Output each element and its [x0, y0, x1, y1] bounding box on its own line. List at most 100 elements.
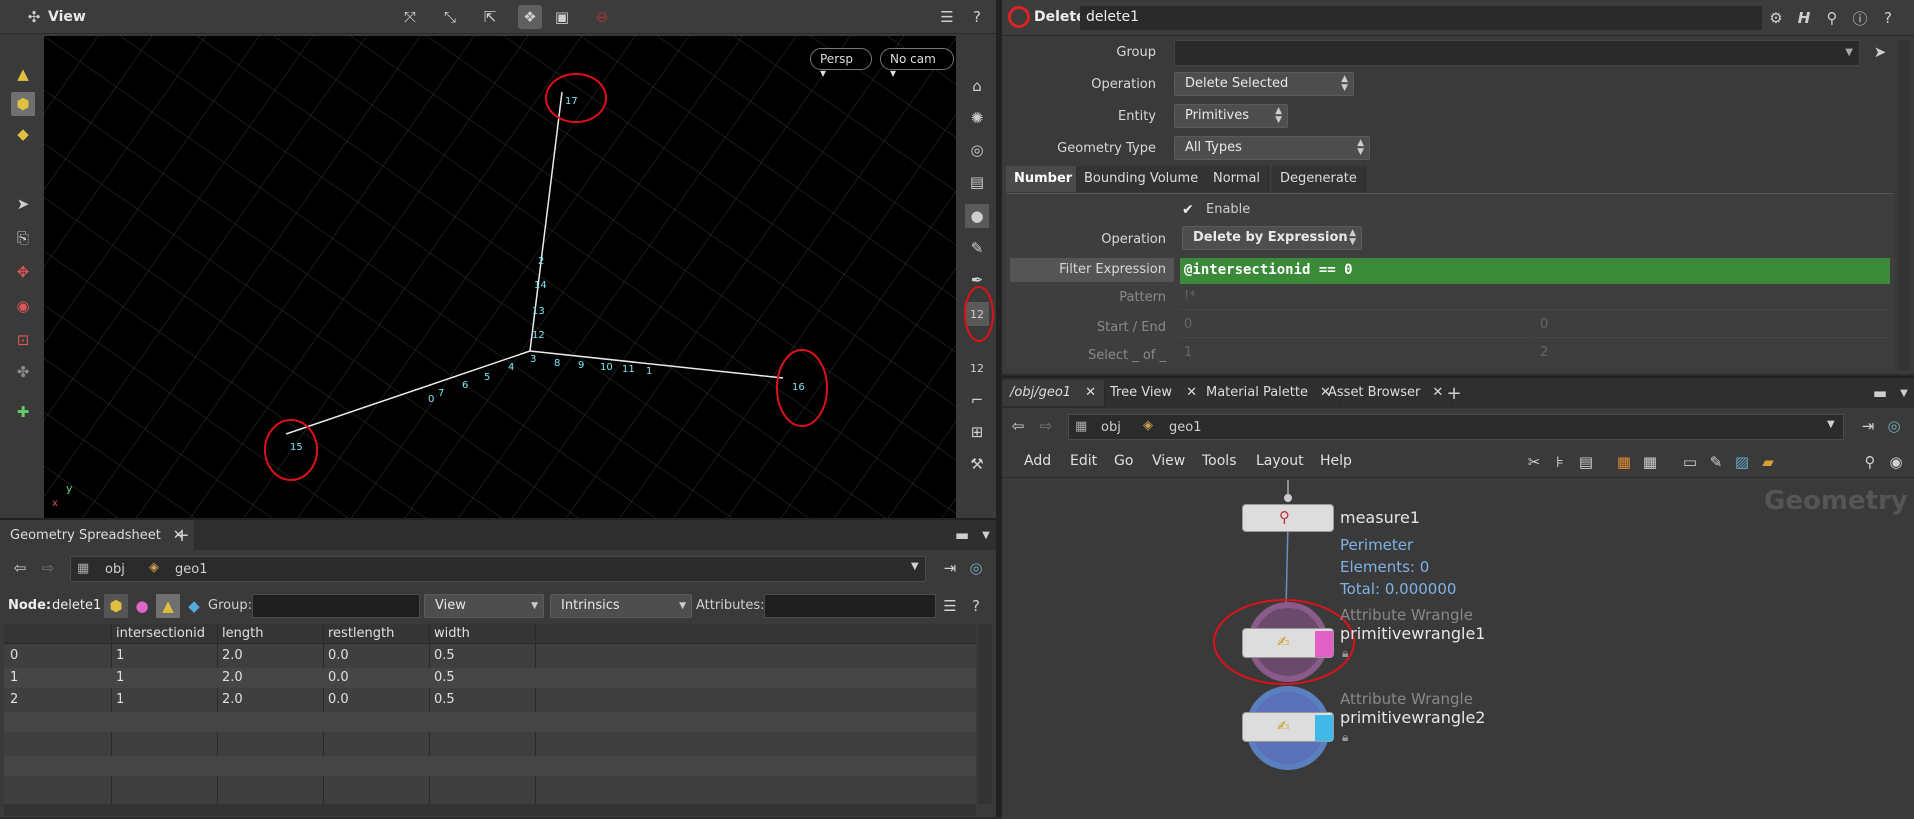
close-icon[interactable]: ✕ [1085, 385, 1096, 400]
houdini-help-icon[interactable]: H [1792, 6, 1816, 30]
zoom-icon[interactable]: ⚲ [1858, 450, 1882, 474]
param-scrollbar[interactable] [1898, 40, 1910, 370]
link-icon[interactable]: ◎ [1882, 414, 1906, 438]
path-dropdown-icon[interactable]: ▼ [911, 561, 919, 572]
attributes-input[interactable] [764, 594, 936, 618]
forward-arrow-icon[interactable]: ⇨ [36, 556, 60, 580]
list-icon[interactable]: ▤ [1574, 450, 1598, 474]
select-arrow-icon[interactable]: ➤ [11, 192, 35, 216]
spreadsheet-help-icon[interactable]: ? [964, 594, 988, 618]
camera-dropdown[interactable]: No cam ▾ [880, 48, 954, 80]
path-obj[interactable]: obj [105, 562, 125, 577]
pin-icon[interactable]: ⇥ [938, 556, 962, 580]
view-dropdown[interactable]: View ▼ [424, 594, 544, 618]
wrench-icon[interactable]: ✂ [1522, 450, 1546, 474]
start-field[interactable]: 0 [1180, 314, 1534, 338]
handles-icon[interactable]: ✚ [11, 400, 35, 424]
snap-icon[interactable]: ❖ [518, 5, 542, 29]
enable-checkbox[interactable]: ✔ [1182, 202, 1198, 218]
vertices-class-icon[interactable]: ● [130, 594, 154, 618]
info-icon[interactable]: ⓘ [1848, 6, 1872, 30]
group-input[interactable] [252, 594, 420, 618]
lock-icon[interactable]: 🔒︎ [1342, 730, 1348, 745]
close-icon[interactable]: ✕ [1186, 385, 1197, 400]
lasso-icon[interactable]: ⎘ [11, 226, 35, 250]
scale-icon[interactable]: ⊡ [11, 328, 35, 352]
handle-tool-icon[interactable]: ⤡ [438, 5, 462, 29]
sticky-note-icon[interactable]: ✎ [1704, 450, 1728, 474]
tree-icon[interactable]: ⊧ [1548, 450, 1572, 474]
camera-tool-icon[interactable]: ⌂ [965, 74, 989, 98]
menu-tools[interactable]: Tools [1202, 453, 1237, 469]
col-header-restlength[interactable]: restlength [328, 626, 394, 641]
shape-palette-icon[interactable]: ▦ [1638, 450, 1662, 474]
viewport-canvas[interactable] [44, 36, 956, 518]
lock-icon[interactable]: 🔒︎ [1342, 646, 1348, 661]
wrangle2-flag[interactable] [1315, 715, 1333, 741]
maximize-icon[interactable]: ▬ [1868, 381, 1892, 405]
add-tab-icon[interactable]: + [170, 523, 194, 547]
geotype-dropdown[interactable]: All Types ▲ ▼ [1174, 136, 1370, 160]
add-tab-icon[interactable]: + [1442, 381, 1466, 405]
display-options-icon[interactable]: ☰ [935, 5, 959, 29]
gear-icon[interactable]: ⚙ [1764, 6, 1788, 30]
col-header-intersectionid[interactable]: intersectionid [116, 626, 205, 641]
image-icon[interactable]: ▨ [1730, 450, 1754, 474]
transform-tool-icon[interactable]: ⇱ [478, 5, 502, 29]
tab-geometry-spreadsheet[interactable]: Geometry Spreadsheet ✕ [0, 520, 194, 550]
lights-icon[interactable]: ✺ [965, 106, 989, 130]
columns-menu-icon[interactable]: ☰ [938, 594, 962, 618]
menu-add[interactable]: Add [1024, 453, 1051, 469]
group-param-field[interactable]: ▼ [1174, 40, 1860, 66]
tab-degenerate[interactable]: Degenerate [1272, 166, 1366, 192]
folder-icon[interactable]: ▰ [1756, 450, 1780, 474]
param-help-icon[interactable]: ? [1876, 6, 1900, 30]
select-a-field[interactable]: 1 [1180, 342, 1534, 366]
path-dropdown-icon[interactable]: ▼ [1827, 419, 1835, 430]
path-geo1[interactable]: geo1 [175, 562, 207, 577]
menu-help[interactable]: Help [1320, 453, 1352, 469]
tool-icon[interactable]: ⚒ [965, 452, 989, 476]
menu-edit[interactable]: Edit [1070, 453, 1097, 469]
net-path-geo1[interactable]: geo1 [1169, 420, 1201, 435]
pin-icon[interactable]: ⇥ [1856, 414, 1880, 438]
menu-view[interactable]: View [1152, 453, 1185, 469]
visibility-icon[interactable]: ◎ [965, 138, 989, 162]
spreadsheet-hscroll[interactable] [4, 804, 976, 816]
table-row[interactable]: 1 1 2.0 0.0 0.5 [4, 668, 976, 688]
table-row[interactable]: 2 1 2.0 0.0 0.5 [4, 690, 976, 710]
tab-material-palette[interactable]: Material Palette ✕ [1198, 380, 1340, 406]
tab-normal[interactable]: Normal [1205, 166, 1270, 192]
back-arrow-icon[interactable]: ⇦ [1006, 414, 1030, 438]
pattern-field[interactable]: !* [1180, 286, 1890, 310]
path-field[interactable]: ▦ obj ◈ geo1 ▼ [70, 556, 926, 582]
prim-numbers-icon[interactable]: 12 [965, 356, 989, 380]
network-path-field[interactable]: ▦ obj ◈ geo1 ▼ [1068, 414, 1844, 440]
detail-class-icon[interactable]: ◆ [182, 594, 206, 618]
group-param-dropdown-icon[interactable]: ▼ [1845, 47, 1853, 58]
brush-icon[interactable]: ✎ [965, 236, 989, 260]
persp-dropdown[interactable]: Persp ▾ [810, 48, 872, 80]
node-primitivewrangle2[interactable]: ✍ [1242, 712, 1334, 742]
pane-menu-icon[interactable]: ▼ [1892, 381, 1914, 405]
view-pane-icon[interactable]: ✣ [22, 5, 46, 29]
prims-class-icon[interactable]: ▲ [156, 594, 180, 618]
tab-tree-view[interactable]: Tree View ✕ [1102, 380, 1206, 406]
select-b-field[interactable]: 2 [1536, 342, 1890, 366]
viewport-camera-icon[interactable]: ▣ [550, 5, 574, 29]
network-box-icon[interactable]: ▭ [1678, 450, 1702, 474]
help-icon[interactable]: ? [965, 5, 989, 29]
node-name-field[interactable]: delete1 [1080, 6, 1762, 30]
group-select-arrow-icon[interactable]: ➤ [1868, 40, 1892, 64]
rotate-icon[interactable]: ◉ [11, 294, 35, 318]
eye-icon[interactable]: ◉ [1884, 450, 1908, 474]
back-arrow-icon[interactable]: ⇦ [8, 556, 32, 580]
pane-menu-icon[interactable]: ▼ [974, 523, 998, 547]
objects-mode-icon[interactable]: ◆ [11, 122, 35, 146]
primitives-mode-icon[interactable]: ⬢ [11, 92, 35, 116]
color-palette-icon[interactable]: ▦ [1612, 450, 1636, 474]
operation-dropdown[interactable]: Delete Selected ▲ ▼ [1174, 72, 1354, 96]
move-icon[interactable]: ✥ [11, 260, 35, 284]
search-icon[interactable]: ⚲ [1820, 6, 1844, 30]
network-canvas[interactable]: Geometry ⚲ measure1 Perimeter Elements: … [1002, 480, 1914, 819]
